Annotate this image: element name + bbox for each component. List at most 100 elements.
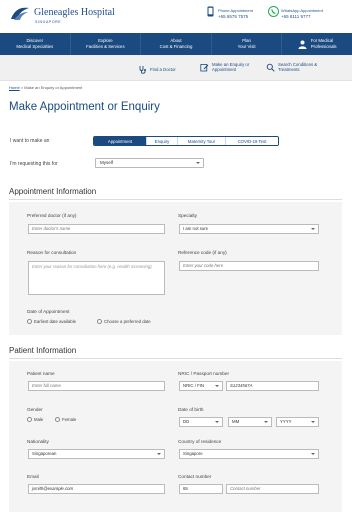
site-header: Gleneagles Hospital SINGAPORE Phone Appo… (0, 0, 352, 33)
chevron-down-icon (215, 421, 219, 423)
radio-button[interactable] (97, 319, 102, 324)
tab-covid-test[interactable]: COVID-19 Test (226, 137, 278, 145)
divider (9, 358, 342, 359)
gender-female-option[interactable]: Female (55, 417, 76, 422)
nationality-label: Nationality (27, 439, 49, 444)
nav-item-visit[interactable]: Plan Your Visit (212, 33, 283, 55)
reference-code-label: Reference code (if any) (178, 250, 227, 255)
country-code-input[interactable]: 65 (179, 484, 223, 494)
nric-label: NRIC / Passport number (178, 371, 230, 376)
specialty-select[interactable]: I am not sure (179, 224, 319, 234)
chevron-down-icon (311, 421, 315, 423)
earliest-date-option[interactable]: Earliest date available (27, 319, 76, 324)
chevron-down-icon (311, 453, 315, 455)
requesting-for-label: I'm requesting this for (10, 161, 58, 167)
request-type-label: I want to make an (10, 138, 50, 144)
search-conditions-link[interactable]: Search Conditions & Treatments (266, 62, 317, 72)
chevron-down-icon (264, 421, 268, 423)
patient-info-title: Patient Information (9, 346, 77, 355)
chevron-down-icon (196, 162, 200, 164)
preferred-doctor-label: Preferred doctor (if any) (27, 213, 77, 218)
nationality-value: Singaporean (32, 451, 57, 456)
date-of-appointment-label: Date of Appointment (27, 309, 70, 314)
chevron-down-icon (157, 453, 161, 455)
country-value: Singapore (183, 451, 203, 456)
radio-button[interactable] (27, 319, 32, 324)
specialty-label: Specialty (178, 213, 198, 218)
contact-number-label: Contact number (178, 474, 212, 479)
specialty-value: I am not sure (183, 226, 209, 231)
stethoscope-icon (139, 66, 146, 74)
doctor-icon (298, 40, 307, 49)
nav-item-line2: Cost & Financing (159, 44, 193, 49)
nric-input[interactable]: S1234567A (226, 381, 319, 391)
reference-code-placeholder: Enter your code here (183, 263, 224, 268)
preferred-doctor-placeholder: Enter doctor's name (32, 226, 71, 231)
quick-links-bar: Find a Doctor Make an Enquiry or Appoint… (0, 55, 352, 81)
search-link-line2: Treatments (278, 67, 300, 72)
gender-male-label: Male (34, 417, 44, 422)
tab-maternity-tour[interactable]: Maternity Tour (178, 137, 226, 145)
request-type-tabs: Appointment Enquiry Maternity Tour COVID… (93, 136, 279, 146)
search-icon (266, 63, 275, 72)
nav-item-medical-professionals[interactable]: For Medical Professionals (282, 33, 352, 55)
gender-male-option[interactable]: Male (27, 417, 43, 422)
contact-number-input[interactable]: Contact number (226, 484, 319, 494)
tab-enquiry[interactable]: Enquiry (147, 137, 178, 145)
earliest-date-label: Earliest date available (34, 319, 77, 324)
phone-icon (207, 6, 214, 17)
page-title: Make Appointment or Enquiry (9, 101, 160, 113)
brand[interactable]: Gleneagles Hospital SINGAPORE (34, 7, 115, 25)
divider (9, 199, 342, 200)
radio-button[interactable] (55, 417, 60, 422)
country-select[interactable]: Singapore (179, 449, 319, 459)
nav-item-specialties[interactable]: Discover Medical Specialties (0, 33, 71, 55)
find-doctor-link[interactable]: Find a Doctor (138, 65, 176, 74)
breadcrumb-home[interactable]: Home (9, 85, 20, 90)
whatsapp-number: +65 8111 9777 (281, 13, 311, 19)
requesting-for-select[interactable]: Myself (95, 158, 204, 168)
requesting-for-value: Myself (100, 160, 114, 165)
edit-appointment-icon (200, 63, 209, 71)
tab-appointment[interactable]: Appointment (94, 137, 147, 145)
contact-number-placeholder: Contact number (230, 486, 261, 491)
make-appointment-link[interactable]: Make an Enquiry or Appointment (200, 62, 249, 72)
reason-placeholder: Enter your reason for consultation here … (32, 264, 152, 269)
breadcrumb: Home > Make an Enquiry or Appointment (9, 85, 82, 90)
main-nav: Discover Medical Specialties Explore Fac… (0, 33, 352, 55)
nric-placeholder: S1234567A (230, 383, 253, 388)
chevron-down-icon (311, 228, 315, 230)
brand-name: Gleneagles Hospital (34, 7, 115, 18)
phone-label: Phone Appointment (218, 8, 253, 13)
email-input[interactable]: jsmith@example.com (28, 484, 165, 494)
whatsapp-label: WhatsApp Appointment (281, 8, 323, 13)
reason-label: Reason for consultation (27, 250, 77, 255)
email-placeholder: jsmith@example.com (32, 486, 74, 491)
nav-item-facilities[interactable]: Explore Facilities & Services (71, 33, 142, 55)
nav-item-line2: Facilities & Services (86, 44, 125, 49)
patient-name-label: Patient name (27, 371, 55, 376)
find-doctor-label: Find a Doctor (150, 67, 176, 72)
id-type-select[interactable]: NRIC / FIN (179, 381, 223, 391)
patient-name-input[interactable]: Enter full name (28, 381, 165, 391)
dob-month-value: MM (232, 419, 240, 424)
dob-day-select[interactable]: DD (179, 417, 223, 427)
nationality-select[interactable]: Singaporean (28, 449, 165, 459)
patient-name-placeholder: Enter full name (32, 383, 61, 388)
reference-code-input[interactable]: Enter your code here (179, 261, 319, 271)
radio-button[interactable] (27, 417, 32, 422)
reason-textarea[interactable]: Enter your reason for consultation here … (28, 261, 165, 295)
dob-label: Date of birth (178, 407, 204, 412)
nav-item-cost[interactable]: About Cost & Financing (141, 33, 212, 55)
gleneagles-logo-icon[interactable] (9, 5, 31, 23)
dob-month-select[interactable]: MM (228, 417, 272, 427)
appointment-info-title: Appointment Information (9, 187, 97, 196)
preferred-date-option[interactable]: Choose a preferred date (97, 319, 151, 324)
appointment-link-line2: Appointment (212, 67, 237, 72)
nav-item-line2: Your Visit (237, 44, 256, 49)
preferred-doctor-input[interactable]: Enter doctor's name (28, 224, 165, 234)
phone-number: +65 6575 7575 (218, 13, 249, 19)
whatsapp-icon (268, 6, 279, 17)
dob-year-select[interactable]: YYYY (276, 417, 319, 427)
brand-subtitle: SINGAPORE (35, 20, 62, 24)
